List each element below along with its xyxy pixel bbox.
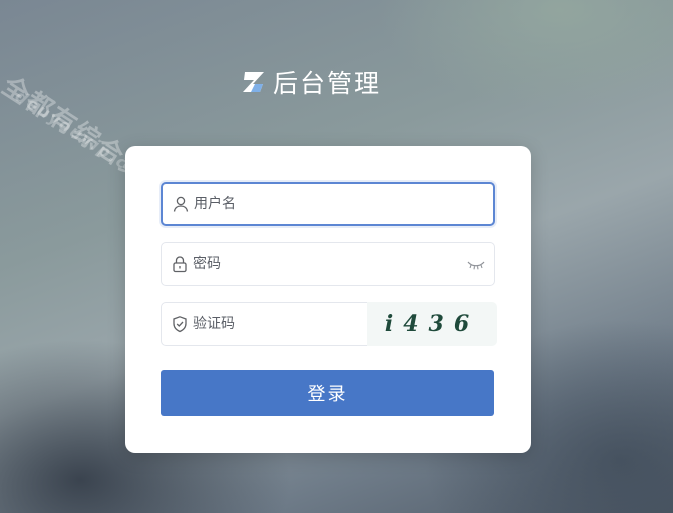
captcha-field: i436 <box>161 302 497 346</box>
z-logo-icon <box>243 72 264 92</box>
captcha-input[interactable] <box>193 303 367 345</box>
brand-header: 后台管理 <box>241 64 381 100</box>
password-input[interactable] <box>193 243 466 285</box>
shield-icon <box>173 316 187 333</box>
captcha-image[interactable]: i436 <box>367 302 497 346</box>
login-page: 全都有综合资源网 douyouvip.com 后台管理 用户名 验证码 i436… <box>0 0 673 513</box>
eye-closed-icon[interactable] <box>466 257 486 271</box>
app-title: 后台管理 <box>273 69 382 98</box>
login-button[interactable]: 登录 <box>161 370 494 416</box>
user-icon <box>173 196 189 212</box>
captcha-code: i436 <box>384 311 480 337</box>
lock-icon <box>173 256 187 273</box>
username-field <box>161 182 495 226</box>
username-input[interactable] <box>194 184 493 224</box>
password-field <box>161 242 495 286</box>
login-card: i436 登录 <box>125 146 531 453</box>
